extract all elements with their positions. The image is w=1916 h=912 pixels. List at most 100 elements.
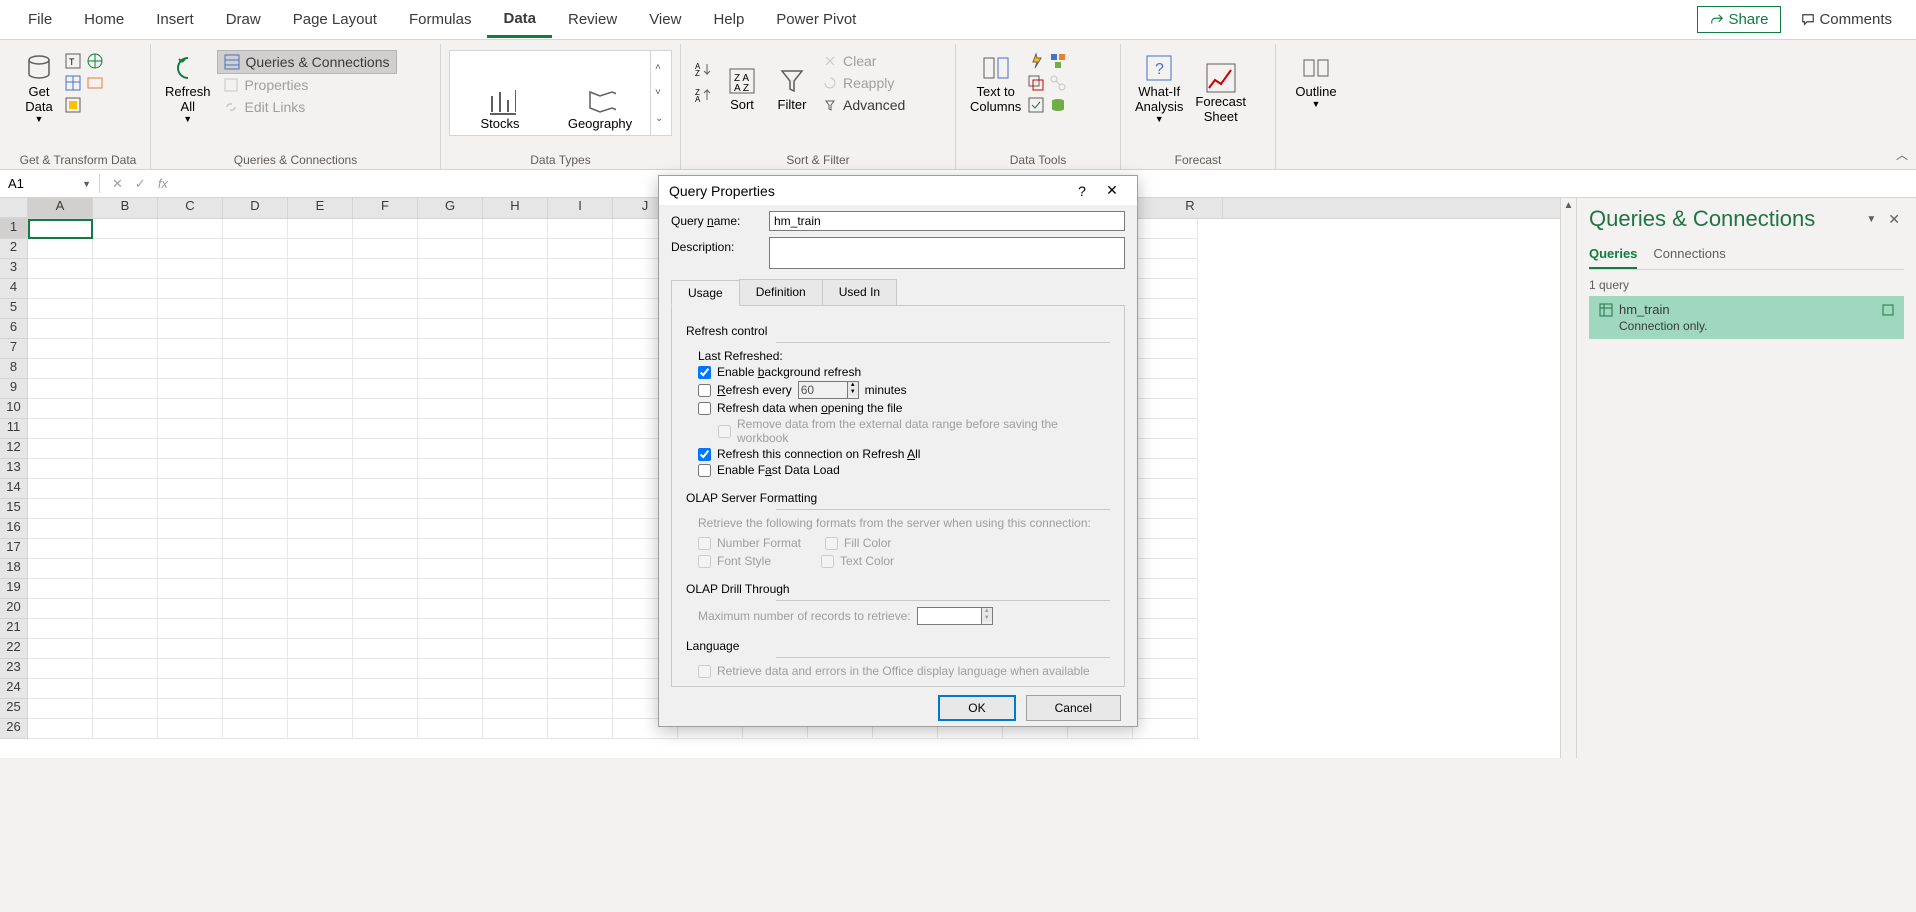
cell[interactable] xyxy=(28,319,93,339)
cell[interactable] xyxy=(223,379,288,399)
cell[interactable] xyxy=(158,519,223,539)
refresh-all-checkbox[interactable]: Refresh this connection on Refresh All xyxy=(698,447,1110,461)
query-item[interactable]: hm_train Connection only. xyxy=(1589,296,1904,339)
cell[interactable] xyxy=(1133,719,1198,739)
query-name-input[interactable] xyxy=(769,211,1125,231)
cell[interactable] xyxy=(483,559,548,579)
dialog-tab-usage[interactable]: Usage xyxy=(671,280,740,306)
cell[interactable] xyxy=(353,379,418,399)
cell[interactable] xyxy=(158,639,223,659)
column-header-I[interactable]: I xyxy=(548,198,613,218)
cell[interactable] xyxy=(28,599,93,619)
cell[interactable] xyxy=(158,419,223,439)
cell[interactable] xyxy=(93,479,158,499)
advanced-button[interactable]: Advanced xyxy=(817,94,911,116)
cell[interactable] xyxy=(223,699,288,719)
cell[interactable] xyxy=(158,479,223,499)
cell[interactable] xyxy=(548,379,613,399)
cell[interactable] xyxy=(288,259,353,279)
cell[interactable] xyxy=(483,299,548,319)
cell[interactable] xyxy=(223,579,288,599)
cell[interactable] xyxy=(28,519,93,539)
cell[interactable] xyxy=(158,559,223,579)
cell[interactable] xyxy=(158,279,223,299)
cell[interactable] xyxy=(223,459,288,479)
tab-power-pivot[interactable]: Power Pivot xyxy=(760,3,872,36)
cell[interactable] xyxy=(418,539,483,559)
cell[interactable] xyxy=(418,519,483,539)
cell[interactable] xyxy=(93,619,158,639)
select-all-corner[interactable] xyxy=(0,198,28,218)
row-header-24[interactable]: 24 xyxy=(0,679,28,699)
cell[interactable] xyxy=(483,279,548,299)
cell[interactable] xyxy=(353,599,418,619)
cell[interactable] xyxy=(483,339,548,359)
cell[interactable] xyxy=(353,699,418,719)
cell[interactable] xyxy=(548,519,613,539)
whatif-button[interactable]: ? What-If Analysis ▼ xyxy=(1129,48,1189,128)
cell[interactable] xyxy=(28,499,93,519)
tab-help[interactable]: Help xyxy=(697,3,760,36)
cell[interactable] xyxy=(483,619,548,639)
cell[interactable] xyxy=(158,379,223,399)
get-data-button[interactable]: Get Data ▼ xyxy=(14,48,64,128)
row-header-6[interactable]: 6 xyxy=(0,319,28,339)
cell[interactable] xyxy=(288,419,353,439)
cell[interactable] xyxy=(353,719,418,739)
sort-button[interactable]: Z AA Z Sort xyxy=(717,48,767,116)
cell[interactable] xyxy=(93,699,158,719)
cell[interactable] xyxy=(93,299,158,319)
cell[interactable] xyxy=(548,719,613,739)
cell[interactable] xyxy=(483,319,548,339)
cell[interactable] xyxy=(288,579,353,599)
cell[interactable] xyxy=(418,439,483,459)
cell[interactable] xyxy=(483,239,548,259)
datatype-down-icon[interactable]: ˅ xyxy=(655,87,663,98)
cell[interactable] xyxy=(28,619,93,639)
cell[interactable] xyxy=(93,439,158,459)
refresh-on-open-checkbox[interactable]: Refresh data when opening the file xyxy=(698,401,1110,415)
cell[interactable] xyxy=(28,639,93,659)
cell[interactable] xyxy=(418,659,483,679)
cell[interactable] xyxy=(1133,319,1198,339)
cell[interactable] xyxy=(158,659,223,679)
tab-file[interactable]: File xyxy=(12,3,68,36)
cell[interactable] xyxy=(288,659,353,679)
cell[interactable] xyxy=(223,519,288,539)
clear-button[interactable]: Clear xyxy=(817,50,911,72)
cell[interactable] xyxy=(93,639,158,659)
reapply-button[interactable]: Reapply xyxy=(817,72,911,94)
from-text-icon[interactable]: T xyxy=(64,52,82,70)
tab-data[interactable]: Data xyxy=(487,2,552,38)
cell[interactable] xyxy=(288,399,353,419)
cell[interactable] xyxy=(223,419,288,439)
max-records-input[interactable] xyxy=(917,607,982,625)
cell[interactable] xyxy=(158,439,223,459)
cell[interactable] xyxy=(93,659,158,679)
cell[interactable] xyxy=(548,239,613,259)
cell[interactable] xyxy=(418,319,483,339)
cell[interactable] xyxy=(548,539,613,559)
cell[interactable] xyxy=(548,659,613,679)
cell[interactable] xyxy=(548,459,613,479)
cell[interactable] xyxy=(483,659,548,679)
cell[interactable] xyxy=(158,339,223,359)
cell[interactable] xyxy=(418,679,483,699)
cell[interactable] xyxy=(93,339,158,359)
cell[interactable] xyxy=(28,539,93,559)
cell[interactable] xyxy=(353,639,418,659)
cell[interactable] xyxy=(353,679,418,699)
cell[interactable] xyxy=(93,239,158,259)
cell[interactable] xyxy=(93,599,158,619)
dialog-tab-definition[interactable]: Definition xyxy=(739,279,823,305)
column-header-C[interactable]: C xyxy=(158,198,223,218)
scroll-up-icon[interactable]: ▲ xyxy=(1562,198,1576,213)
sort-asc-icon[interactable]: AZ xyxy=(693,61,713,77)
cell[interactable] xyxy=(223,219,288,239)
cell[interactable] xyxy=(158,319,223,339)
cell[interactable] xyxy=(288,219,353,239)
cell[interactable] xyxy=(223,279,288,299)
cell[interactable] xyxy=(288,539,353,559)
name-box[interactable]: A1 ▼ xyxy=(0,174,100,193)
cell[interactable] xyxy=(223,659,288,679)
